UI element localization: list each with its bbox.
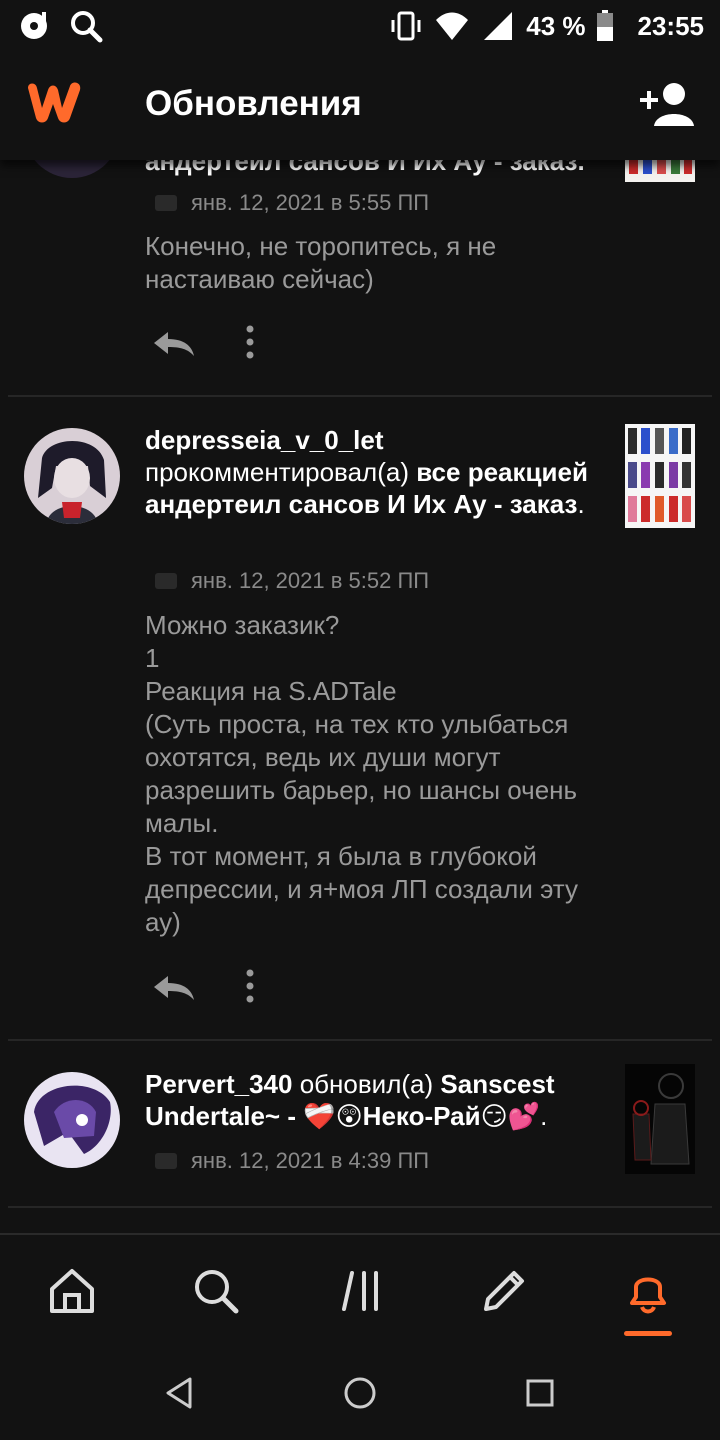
status-bar: 43 % 23:55	[0, 0, 720, 52]
timestamp: янв. 12, 2021 в 4:39 ПП	[155, 1148, 429, 1174]
user-avatar-icon	[24, 428, 120, 524]
comment-text: Можно заказик? 1 Реакция на S.ADTale (Су…	[145, 610, 578, 937]
timestamp: янв. 12, 2021 в 5:52 ПП	[155, 568, 429, 594]
clock: 23:55	[637, 10, 705, 41]
home-icon[interactable]	[46, 1265, 98, 1317]
avatar[interactable]	[24, 1072, 120, 1168]
notification-headline[interactable]: depresseia_v_0_let прокомментировал(а) в…	[145, 424, 605, 520]
library-icon[interactable]	[336, 1265, 388, 1317]
vibrate-icon	[391, 11, 421, 41]
active-tab-indicator	[624, 1331, 672, 1336]
signal-icon	[484, 12, 513, 40]
wifi-icon	[436, 12, 469, 40]
notifications-bell-icon[interactable]	[622, 1265, 674, 1317]
divider	[8, 1206, 712, 1208]
bottom-navigation	[0, 1233, 720, 1343]
thumbnail-art-icon	[632, 1073, 690, 1165]
book-icon	[155, 1153, 177, 1169]
reply-icon[interactable]	[150, 972, 198, 1002]
updates-feed: андертеил сансов И Их Ау - заказ. янв. 1…	[0, 0, 720, 1232]
period: .	[577, 489, 585, 519]
list-item[interactable]: depresseia_v_0_let прокомментировал(а) в…	[0, 396, 720, 1040]
comment-icon	[155, 573, 177, 589]
timestamp: янв. 12, 2021 в 5:55 ПП	[155, 190, 429, 216]
recents-icon[interactable]	[520, 1373, 560, 1413]
action-text: прокомментировал(а)	[145, 457, 409, 487]
action-text: обновил(а)	[299, 1069, 434, 1099]
comment-text: Конечно, не торопитесь, я не настаиваю с…	[145, 231, 497, 294]
add-user-icon[interactable]	[640, 80, 696, 128]
avatar[interactable]	[24, 428, 120, 524]
date-text: янв. 12, 2021 в 5:52 ПП	[191, 568, 430, 593]
thumbnail-art-icon	[628, 428, 691, 522]
date-text: янв. 12, 2021 в 5:55 ПП	[191, 190, 430, 215]
write-pencil-icon[interactable]	[478, 1265, 530, 1317]
battery-percent: 43 %	[526, 10, 586, 41]
app-header: Обновления	[0, 52, 720, 160]
story-thumbnail[interactable]	[625, 424, 695, 528]
search-icon[interactable]	[190, 1265, 242, 1317]
comment-icon	[155, 195, 177, 211]
story-thumbnail[interactable]	[625, 1064, 695, 1174]
search-icon	[71, 11, 103, 43]
system-navigation-bar	[0, 1343, 720, 1440]
more-options-icon[interactable]	[238, 324, 262, 360]
list-item[interactable]: Pervert_340 обновил(а) Sanscest Undertal…	[0, 1040, 720, 1206]
wattpad-logo-icon[interactable]	[24, 78, 88, 126]
user-avatar-icon	[24, 1072, 120, 1168]
reply-icon[interactable]	[150, 328, 198, 358]
period: .	[540, 1101, 548, 1131]
date-text: янв. 12, 2021 в 4:39 ПП	[191, 1148, 430, 1173]
user-name[interactable]: Pervert_340	[145, 1069, 292, 1099]
back-icon[interactable]	[160, 1373, 200, 1413]
more-options-icon[interactable]	[238, 968, 262, 1004]
battery-icon	[596, 10, 613, 41]
music-app-icon	[21, 12, 47, 39]
notification-headline[interactable]: Pervert_340 обновил(а) Sanscest Undertal…	[145, 1068, 595, 1132]
page-title: Обновления	[145, 84, 362, 123]
home-circle-icon[interactable]	[340, 1373, 380, 1413]
user-name[interactable]: depresseia_v_0_let	[145, 425, 384, 455]
